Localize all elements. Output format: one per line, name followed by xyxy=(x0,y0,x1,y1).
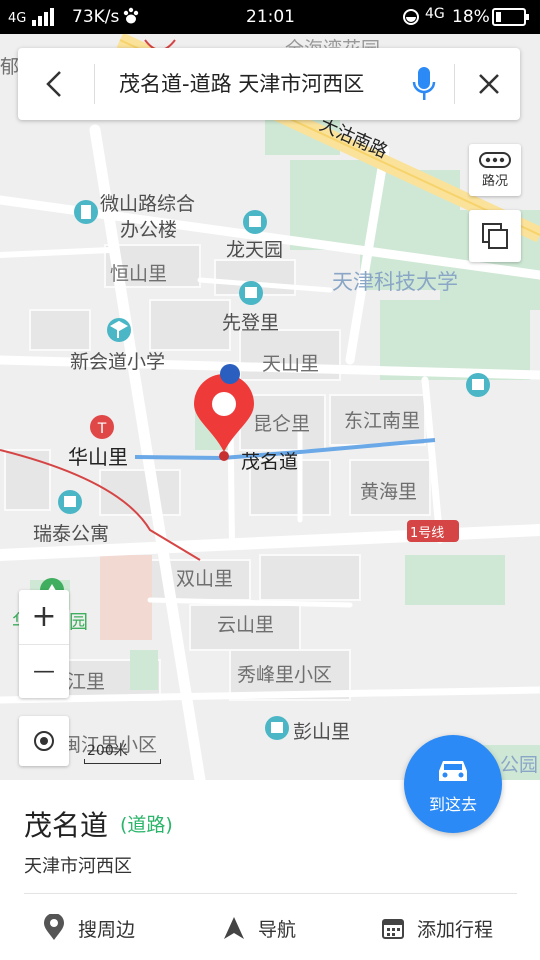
navigation-arrow-icon xyxy=(224,917,244,939)
map-view[interactable]: T 全海湾花园 郁 大沽南路 微山路综合 办公楼 龙天园 恒山里 天津科技大学 … xyxy=(0,34,540,780)
dnd-icon xyxy=(402,8,420,31)
search-nearby-button[interactable]: 搜周边 xyxy=(42,912,135,944)
voice-button[interactable] xyxy=(410,64,438,104)
traffic-button[interactable]: 路况 xyxy=(469,144,521,196)
zoom-out-button[interactable]: — xyxy=(19,645,69,699)
layers-button[interactable] xyxy=(469,210,521,262)
poi-residential-icon xyxy=(265,716,289,740)
poi-residential-icon xyxy=(239,281,263,305)
map-label: 双山里 xyxy=(176,568,234,590)
map-scale: 200米 xyxy=(84,740,161,764)
network-speed: 73K/s xyxy=(72,7,120,27)
navigate-button[interactable]: 导航 xyxy=(222,912,296,944)
map-label-poi: 先登里 xyxy=(222,312,280,334)
poi-office-icon xyxy=(74,200,98,224)
paw-icon xyxy=(122,7,140,30)
map-label-station: 华山里 xyxy=(68,445,128,469)
map-label: 秀峰里小区 xyxy=(237,664,333,686)
place-type: (道路) xyxy=(120,814,173,836)
nearby-label: 搜周边 xyxy=(78,918,136,941)
back-button[interactable] xyxy=(36,66,72,102)
map-label-poi: 彭山里 xyxy=(293,721,351,743)
map-label-poi: 新会道小学 xyxy=(70,351,166,373)
car-icon xyxy=(439,761,467,781)
add-trip-label: 添加行程 xyxy=(417,918,494,941)
poi-residential-icon xyxy=(58,490,82,514)
network-type-right: 4G xyxy=(425,6,445,22)
network-type: 4G xyxy=(8,11,27,26)
traffic-label: 路况 xyxy=(481,173,508,189)
status-bar: 4G 73K/s 21:01 4G 18% xyxy=(0,0,540,34)
map-label: 公园 xyxy=(500,754,539,776)
traffic-icon xyxy=(479,151,511,168)
metro-station-icon: T xyxy=(90,415,114,439)
locate-button[interactable] xyxy=(19,716,69,766)
poi-residential-icon xyxy=(243,210,267,234)
map-label: 恒山里 xyxy=(110,263,168,285)
locate-icon xyxy=(34,731,54,751)
zoom-control: + — xyxy=(19,590,69,698)
navigate-label: 导航 xyxy=(258,918,297,941)
map-label: 江里 xyxy=(67,671,106,693)
place-address: 天津市河西区 xyxy=(24,856,132,877)
divider xyxy=(94,64,95,104)
signal-icon xyxy=(32,8,58,31)
map-label: 云山里 xyxy=(217,614,275,636)
clear-button[interactable] xyxy=(473,68,505,100)
place-name: 茂名道 xyxy=(24,809,109,842)
landmark-icon xyxy=(220,364,240,384)
divider xyxy=(454,64,455,104)
back-arrow-icon xyxy=(46,71,61,97)
map-label-university: 天津科技大学 xyxy=(332,270,458,294)
map-label: 郁 xyxy=(0,56,20,78)
map-label-poi: 瑞泰公寓 xyxy=(33,523,110,545)
zoom-in-button[interactable]: + xyxy=(19,590,69,645)
add-trip-button[interactable]: 添加行程 xyxy=(381,912,493,944)
poi-school-icon xyxy=(107,318,131,342)
search-input[interactable]: 茂名道-道路 天津市河西区 xyxy=(119,68,364,98)
scale-bar xyxy=(84,759,161,764)
scale-label: 200米 xyxy=(87,743,128,759)
layers-icon xyxy=(482,223,508,249)
battery-icon xyxy=(492,8,530,31)
go-here-button[interactable]: 到这去 xyxy=(404,735,502,833)
map-label-selected-road: 茂名道 xyxy=(241,451,299,473)
map-label: 东江南里 xyxy=(344,410,421,432)
go-here-label: 到这去 xyxy=(428,795,477,814)
map-label: 黄海里 xyxy=(360,481,418,503)
divider xyxy=(24,893,517,894)
search-bar[interactable]: 茂名道-道路 天津市河西区 xyxy=(18,48,520,120)
microphone-icon xyxy=(412,67,436,100)
clock: 21:01 xyxy=(246,7,295,27)
close-icon xyxy=(479,74,499,94)
map-label-poi: 办公楼 xyxy=(120,219,178,241)
map-label-poi: 微山路综合 xyxy=(100,193,196,215)
svg-text:T: T xyxy=(97,421,107,437)
metro-line-badge: 1号线 xyxy=(410,526,445,541)
nearby-pin-icon xyxy=(44,914,64,940)
map-label: 天山里 xyxy=(262,353,320,375)
map-label: 昆仑里 xyxy=(253,413,311,435)
map-label-poi: 龙天园 xyxy=(226,239,284,261)
battery-percent: 18% xyxy=(452,7,490,27)
calendar-icon xyxy=(382,919,404,939)
poi-icon xyxy=(466,373,490,397)
